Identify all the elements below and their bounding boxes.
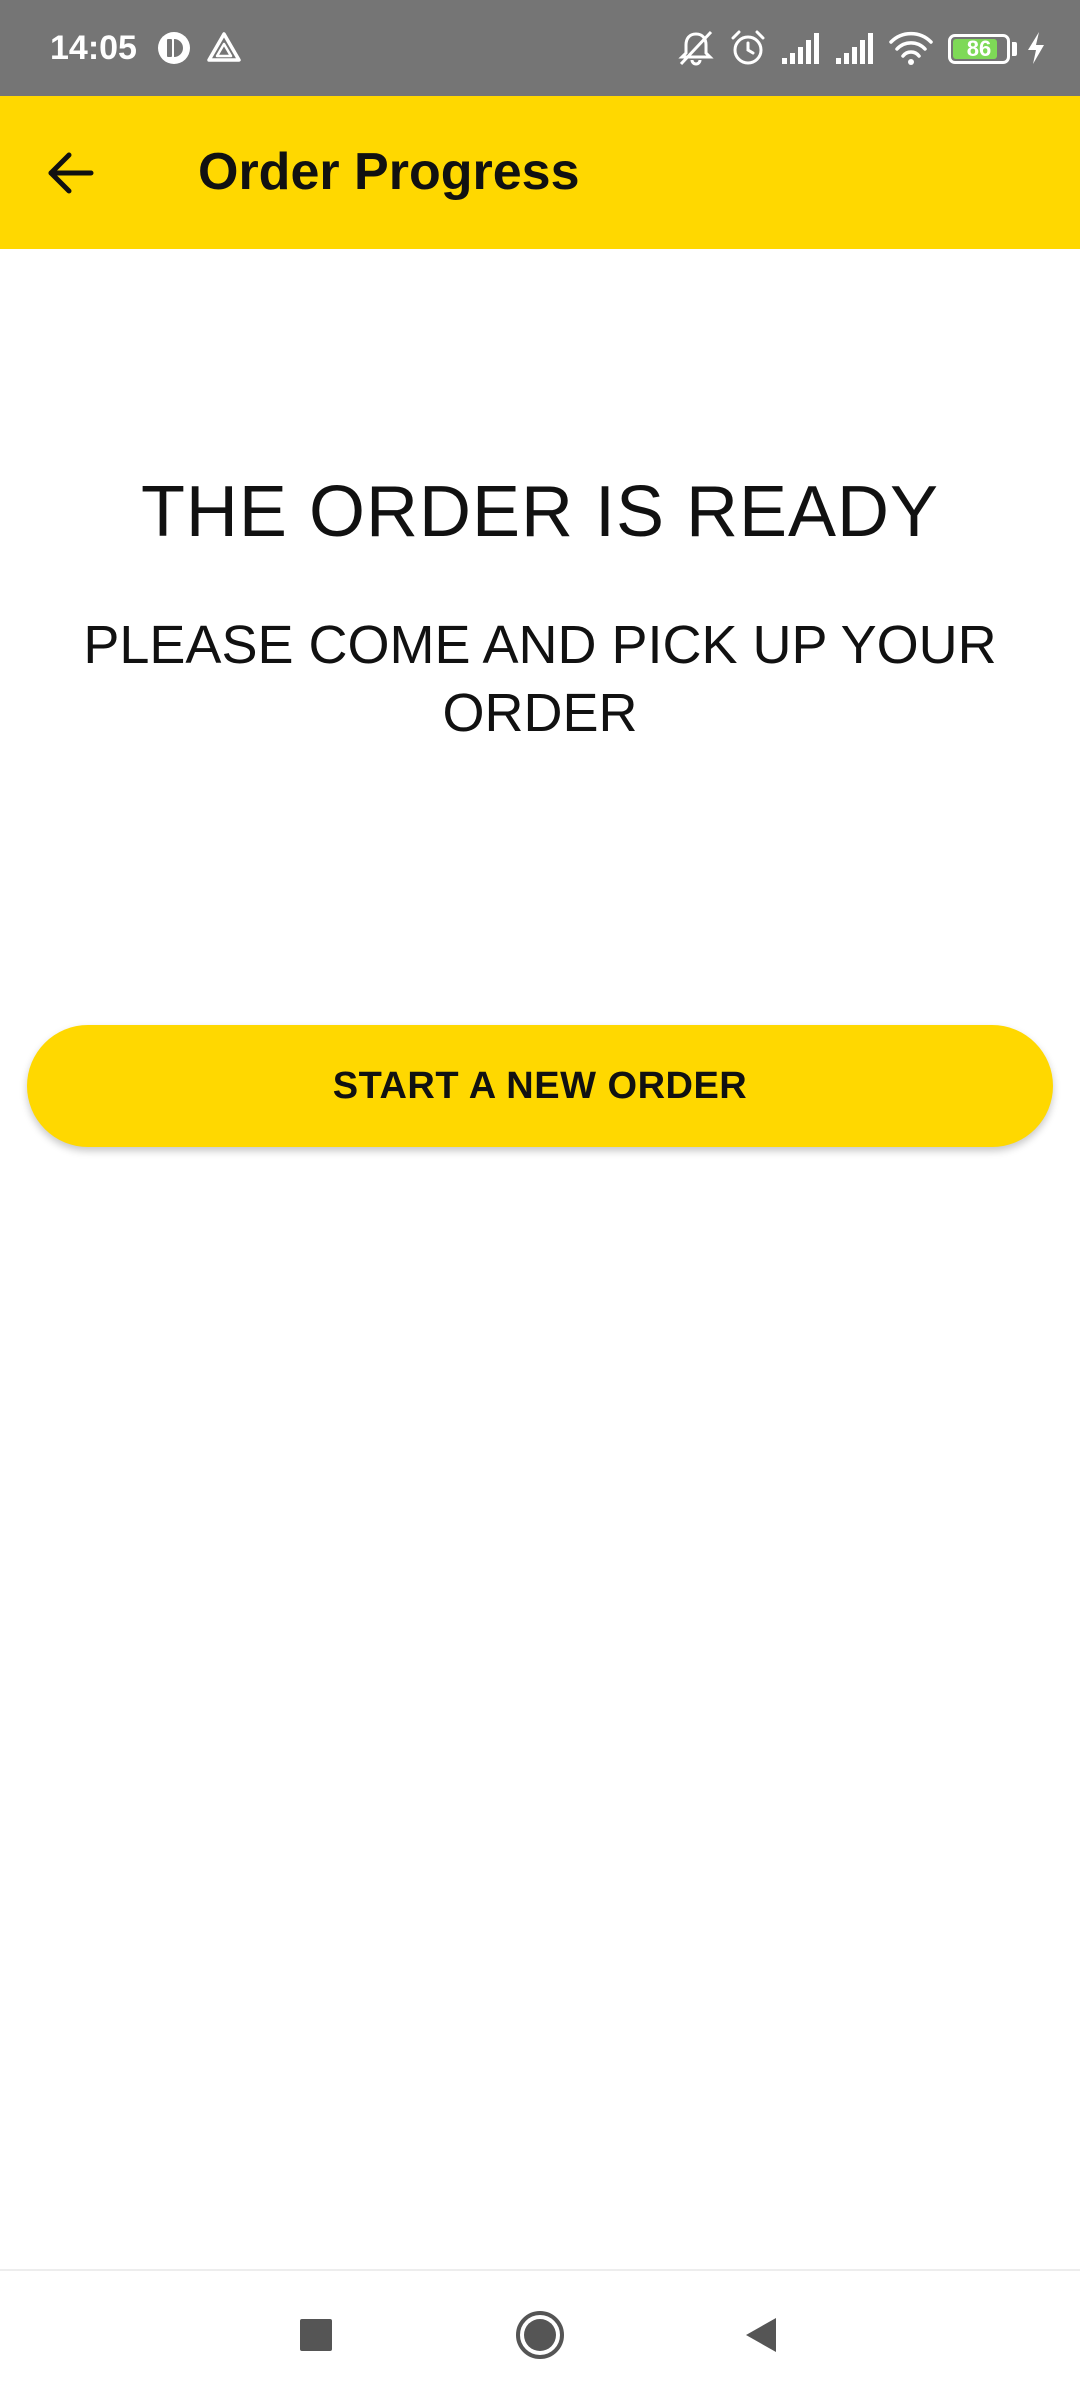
order-status-content: THE ORDER IS READY PLEASE COME AND PICK …	[0, 249, 1080, 2269]
back-triangle-icon	[746, 2318, 776, 2352]
charging-icon	[1028, 32, 1044, 64]
system-navigation-bar	[0, 2269, 1080, 2400]
signal-icon	[782, 33, 819, 64]
home-circle-icon	[516, 2311, 564, 2359]
order-ready-heading: THE ORDER IS READY	[140, 472, 940, 552]
screen: 14:05 86 Order Progress THE ORDER IS REA…	[0, 0, 1080, 2400]
status-time: 14:05	[50, 29, 137, 67]
pickup-message: PLEASE COME AND PICK UP YOUR ORDER	[83, 615, 997, 743]
app-bar: Order Progress	[0, 96, 1080, 249]
recents-button[interactable]	[276, 2295, 356, 2375]
bell-off-icon	[678, 30, 714, 66]
battery-level: 86	[966, 36, 992, 61]
triangle-app-icon	[207, 32, 241, 62]
status-bar: 14:05 86	[0, 0, 1080, 96]
start-new-order-button[interactable]: START A NEW ORDER	[27, 1025, 1053, 1147]
arrow-left-icon	[48, 152, 94, 194]
alarm-icon	[731, 30, 765, 65]
start-new-order-label: START A NEW ORDER	[332, 1064, 748, 1107]
app-notification-icon	[158, 32, 190, 64]
back-nav-button[interactable]	[722, 2295, 802, 2375]
page-title: Order Progress	[198, 143, 580, 201]
wifi-icon	[889, 31, 933, 65]
home-button[interactable]	[500, 2295, 580, 2375]
battery-icon: 86	[948, 34, 1010, 64]
battery-tip	[1012, 42, 1017, 56]
recents-square-icon	[300, 2319, 332, 2351]
back-button[interactable]	[30, 132, 112, 214]
signal-icon	[836, 33, 873, 64]
